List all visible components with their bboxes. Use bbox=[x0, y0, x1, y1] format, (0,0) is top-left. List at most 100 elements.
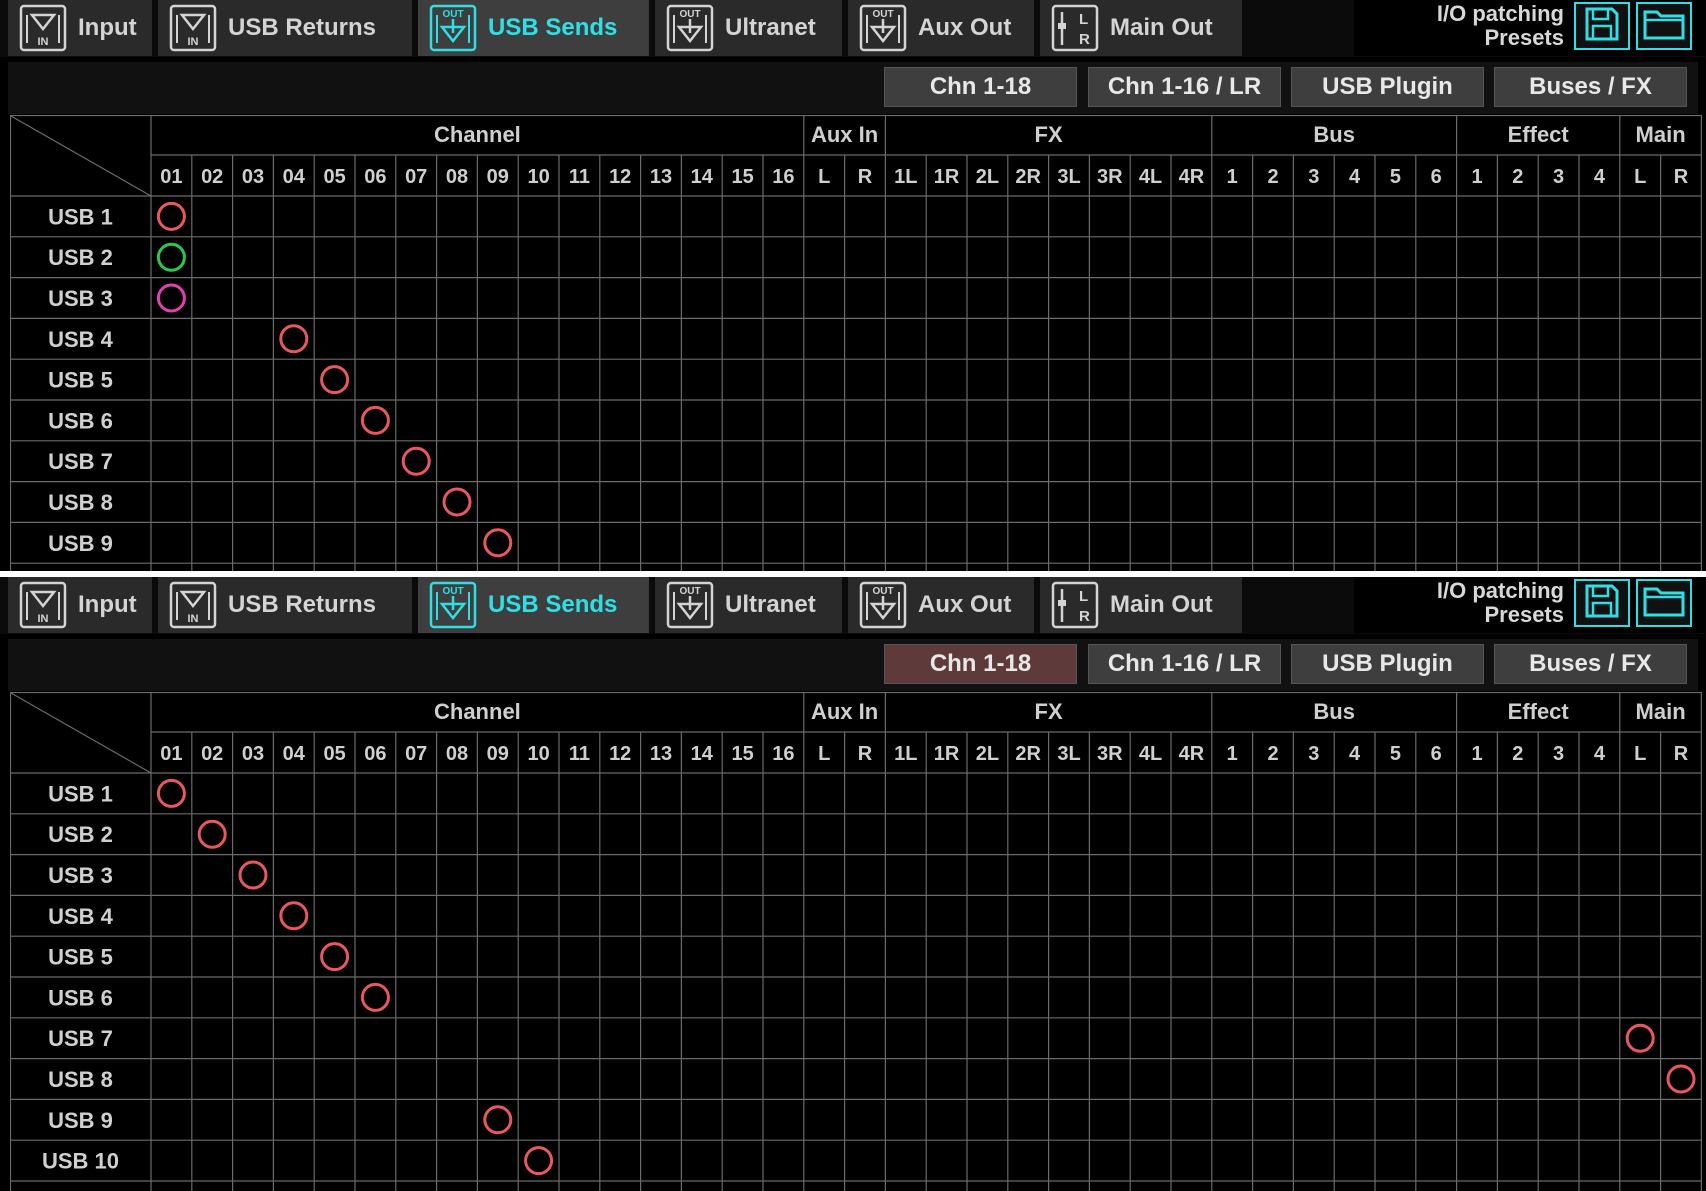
tab-usb-sends[interactable]: OUT USB Sends bbox=[418, 577, 649, 633]
tab-main-out[interactable]: L R Main Out bbox=[1040, 0, 1242, 56]
presets-label: I/O patching Presets bbox=[1354, 2, 1564, 50]
patch-point[interactable] bbox=[483, 1105, 513, 1135]
column-label: 08 bbox=[446, 743, 468, 765]
tab-usb-returns[interactable]: IN USB Returns bbox=[158, 0, 412, 56]
presets-label: I/O patching Presets bbox=[1354, 579, 1564, 627]
filter-button-chn-1-18[interactable]: Chn 1-18 bbox=[884, 67, 1077, 107]
column-label: 11 bbox=[569, 166, 590, 188]
patch-point[interactable] bbox=[279, 324, 309, 354]
group-label: Channel bbox=[434, 699, 521, 724]
patch-matrix-svg: Channel Aux In FX Bus Effect Main 01 02 03 04 05 06… bbox=[10, 692, 1703, 1191]
patch-point[interactable] bbox=[279, 901, 309, 931]
patch-point[interactable] bbox=[401, 446, 431, 476]
filter-button-usb-plugin[interactable]: USB Plugin bbox=[1291, 644, 1484, 684]
tab-aux-out[interactable]: OUT Aux Out bbox=[848, 577, 1034, 633]
column-label: L bbox=[1634, 166, 1646, 188]
save-preset-button[interactable] bbox=[1574, 2, 1630, 50]
column-label: 2 bbox=[1267, 743, 1278, 765]
row-label: USB 7 bbox=[48, 449, 113, 474]
filter-button-chn-1-16-lr[interactable]: Chn 1-16 / LR bbox=[1088, 644, 1281, 684]
column-label: 01 bbox=[160, 166, 182, 188]
patch-point[interactable] bbox=[320, 365, 350, 395]
svg-text:OUT: OUT bbox=[442, 9, 463, 20]
column-label: 2 bbox=[1512, 743, 1523, 765]
patch-point[interactable] bbox=[197, 819, 227, 849]
column-label: R bbox=[858, 743, 873, 765]
filter-button-usb-plugin[interactable]: USB Plugin bbox=[1291, 67, 1484, 107]
filter-button-buses-fx[interactable]: Buses / FX bbox=[1494, 67, 1687, 107]
column-label: 6 bbox=[1431, 743, 1442, 765]
column-label: 4L bbox=[1139, 166, 1162, 188]
column-label: 3 bbox=[1308, 166, 1319, 188]
save-preset-button[interactable] bbox=[1574, 579, 1630, 627]
tab-aux-out[interactable]: OUT Aux Out bbox=[848, 0, 1034, 56]
svg-text:R: R bbox=[1079, 31, 1090, 48]
column-label: L bbox=[818, 743, 830, 765]
column-label: 16 bbox=[772, 166, 794, 188]
column-label: R bbox=[1674, 166, 1689, 188]
column-label: 1L bbox=[894, 166, 917, 188]
patch-point[interactable] bbox=[524, 1146, 554, 1176]
filter-bar: Chn 1-18 Chn 1-16 / LR USB Plugin Buses / F… bbox=[8, 639, 1698, 691]
column-label: 3 bbox=[1553, 743, 1564, 765]
column-label: 5 bbox=[1390, 743, 1401, 765]
tab-input[interactable]: IN Input bbox=[8, 0, 152, 56]
column-label: R bbox=[1674, 743, 1689, 765]
tab-label: Aux Out bbox=[918, 14, 1012, 41]
svg-text:OUT: OUT bbox=[442, 586, 463, 597]
tab-input[interactable]: IN Input bbox=[8, 577, 152, 633]
row-label: USB 6 bbox=[48, 408, 113, 433]
patch-point[interactable] bbox=[1625, 1023, 1655, 1053]
presets-label-line2: Presets bbox=[1484, 602, 1564, 627]
filter-bar: Chn 1-18 Chn 1-16 / LR USB Plugin Buses / F… bbox=[8, 62, 1698, 114]
patch-point[interactable] bbox=[320, 942, 350, 972]
row-label: USB 7 bbox=[48, 1026, 113, 1051]
svg-text:OUT: OUT bbox=[679, 9, 700, 20]
tab-ultranet[interactable]: OUT Ultranet bbox=[655, 577, 842, 633]
row-label: USB 8 bbox=[48, 1067, 113, 1092]
tab-label: Main Out bbox=[1110, 591, 1213, 618]
patch-point[interactable] bbox=[442, 487, 472, 517]
load-preset-button[interactable] bbox=[1636, 579, 1692, 627]
patch-matrix-svg: Channel Aux In FX Bus Effect Main 01 02 03 04 05 06… bbox=[10, 115, 1703, 571]
group-label: FX bbox=[1035, 699, 1063, 724]
row-label: USB 1 bbox=[48, 204, 113, 229]
column-label: 4 bbox=[1349, 743, 1361, 765]
patch-point[interactable] bbox=[360, 982, 390, 1012]
column-label: 05 bbox=[323, 743, 345, 765]
in-arrow-icon: IN bbox=[18, 3, 68, 53]
patch-point[interactable] bbox=[1666, 1064, 1696, 1094]
patch-point[interactable] bbox=[238, 860, 268, 890]
presets-label-line1: I/O patching bbox=[1436, 578, 1564, 603]
tab-label: USB Sends bbox=[488, 591, 618, 618]
filter-button-chn-1-18[interactable]: Chn 1-18 bbox=[884, 644, 1077, 684]
tab-usb-sends[interactable]: OUT USB Sends bbox=[418, 0, 649, 56]
floppy-save-icon bbox=[1582, 581, 1622, 626]
column-label: 10 bbox=[527, 743, 549, 765]
tab-main-out[interactable]: L R Main Out bbox=[1040, 577, 1242, 633]
group-label: Bus bbox=[1313, 122, 1355, 147]
column-label: 03 bbox=[242, 166, 264, 188]
row-label: USB 9 bbox=[48, 531, 113, 556]
column-label: 02 bbox=[201, 743, 223, 765]
patch-point[interactable] bbox=[483, 528, 513, 558]
patch-point[interactable] bbox=[156, 242, 186, 272]
column-label: 4R bbox=[1179, 743, 1205, 765]
patch-point[interactable] bbox=[156, 283, 186, 313]
tab-usb-returns[interactable]: IN USB Returns bbox=[158, 577, 412, 633]
load-preset-button[interactable] bbox=[1636, 2, 1692, 50]
patch-point[interactable] bbox=[360, 405, 390, 435]
column-label: 06 bbox=[364, 166, 386, 188]
lr-fader-icon: LR bbox=[1050, 3, 1100, 53]
patch-point[interactable] bbox=[156, 201, 186, 231]
filter-button-buses-fx[interactable]: Buses / FX bbox=[1494, 644, 1687, 684]
svg-text:R: R bbox=[1079, 608, 1090, 625]
patch-point[interactable] bbox=[156, 778, 186, 808]
column-label: 01 bbox=[160, 743, 182, 765]
filter-button-chn-1-16-lr[interactable]: Chn 1-16 / LR bbox=[1088, 67, 1281, 107]
tab-ultranet[interactable]: OUT Ultranet bbox=[655, 0, 842, 56]
row-label: USB 9 bbox=[48, 1108, 113, 1133]
patch-matrix: Channel Aux In FX Bus Effect Main 01 02 03 04 05 06… bbox=[10, 115, 1704, 571]
tab-label: USB Returns bbox=[228, 591, 377, 618]
column-label: 1L bbox=[894, 743, 917, 765]
